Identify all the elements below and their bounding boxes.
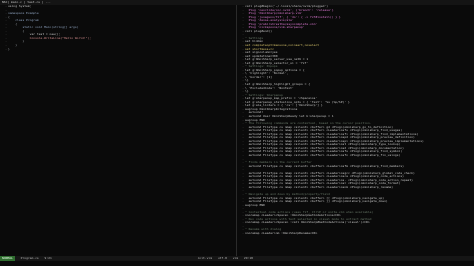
code-text: " Finds members in the current buffer [245,161,312,165]
code-text: } [8,47,10,51]
code-text: Plug 'prabirshrestha/asyncomplete.vim' [245,22,318,26]
code-text: class Program [8,19,39,23]
code-text: set hidden [245,40,264,44]
code-text: " Settings [245,36,264,40]
code-text: \ 'highlight': 'Normal', [245,72,289,76]
code-text: " Contextual code actions (uses fzf, Ctr… [245,210,374,214]
code-text: call plug#begin('~/.local/share/nvim/plu… [245,5,329,8]
code-text: autocmd FileType cs nmap <silent> <buffe… [245,200,388,204]
code-text: autocmd FileType cs nmap <silent> <buffe… [245,146,404,150]
code-text: autocmd FileType cs nmap <silent> <buffe… [245,196,385,200]
code-text: set updatetime=300 [245,54,278,58]
code-text: let g:sharpenup_map_prefix = '<Space>os' [245,97,318,101]
code-text: autocmd FileType cs nmap <silent> <buffe… [245,185,394,189]
code-text: let g:OmniSharp_highlight_groups = { [245,83,311,87]
code-text: autocmd FileType cs nmap <silent> <buffe… [245,164,404,168]
code-text: autocmd FileType cs nmap <silent> <buffe… [245,178,413,182]
code-text: set completeopt=menuone,noinsert,noselec… [245,44,320,48]
code-text: Plug 'OmniSharp/omnisharp-vim' [245,12,303,16]
code-text: autocmd User OmniSharpReady let b:sharpe… [245,114,334,118]
code-text: set shortmess+=c [245,47,274,51]
code-text: Plug 'nickspoons/vim-sharpenup' [245,26,305,30]
code-text: " Navigate up and down by method/propert… [245,192,330,196]
line-number: ~ [242,232,244,235]
code-text: autocmd FileType cs nmap <silent> <buffe… [245,182,401,186]
code-text: augroup OmniSharpIntegrations [245,107,298,111]
code-text: \} [245,90,249,94]
code-text: nnoremap <Leader>nm :OmniSharpRename<CR> [245,232,318,235]
code-text: { [8,15,10,19]
code-text: " Settings: Sharpenup [245,93,283,97]
code-text: \ 'border': [1] [245,75,273,79]
code-text: autocmd FileType cs nmap <silent> <buffe… [245,129,403,133]
code-text: " Run code actions with text selected in… [245,217,372,221]
code-text: set signcolumn=yes [245,51,278,55]
code-text: let g:OmniSharp_selector_ui = 'fzf' [245,61,309,65]
code-text: namespace Example [8,12,39,16]
editor-pane-right[interactable]: ~ call plug#begin('~/.local/share/nvim/pl… [237,5,474,255]
code-text: Console.WriteLine("Hello World!"); [8,36,92,40]
code-text: autocmd FileType cs nmap <silent> <buffe… [245,136,415,140]
code-text: autocmd FileType cs nmap <silent> <buffe… [245,139,424,143]
code-lines-left: ~using System; ~ ~namespace Example ~{~ cla… [0,5,236,51]
code-text: augroup END [245,118,265,122]
code-text: autocmd FileType cs nmap <silent> <buffe… [245,171,415,175]
code-text: } [8,44,18,48]
code-line[interactable]: ~} [0,48,236,52]
code-text: autocmd FileType cs nmap <silent> <buffe… [245,175,404,179]
code-text: autocmd FileType cs nmap <silent> <buffe… [245,125,394,129]
code-text: autocmd FileType cs nmap <silent> <buffe… [245,143,401,147]
code-text: Plug 'dense-analysis/ale' [245,19,294,23]
code-text: call plug#end() [245,29,273,33]
code-text: var test = new(); [8,33,61,37]
code-text: autocmd FileType cs nmap <silent> <buffe… [245,153,401,157]
terminal-window: NSC| main.c | test.cs | ... ~using Syste… [0,0,474,266]
command-line[interactable] [0,261,474,266]
code-line[interactable]: ~nnoremap <Leader>nm :OmniSharpRename<CR… [237,232,474,236]
code-text: autocmd FileType cs nmap <silent> <buffe… [245,150,403,154]
line-number: ~ [5,47,7,51]
code-lines-right: ~ call plug#begin('~/.local/share/nvim/pl… [237,5,474,236]
code-text: " Settings: Popups [245,65,278,69]
code-text: " Rename with dialog [245,228,282,232]
code-text: Plug 'neoclide/coc.nvim', {'branch': 're… [245,8,334,12]
code-text: { [8,29,25,33]
code-text: nnoremap <Leader><Space> :OmniSharpGetCo… [245,214,341,218]
code-text: using System; [8,5,32,8]
code-text: Plug 'junegunn/fzf', { 'do': { -> fzf#in… [245,15,341,19]
code-text: } [8,40,25,44]
code-text: \ 'ExcludedCode': 'NonText' [245,86,294,90]
code-text: " The following commands are contextual,… [245,122,372,126]
code-text: static void Main(string[] args) [8,26,79,30]
code-text: autocmd FileType cs nmap <silent> <buffe… [245,132,419,136]
code-text: { [8,22,18,26]
code-text: let g:sharpenup_statusline_opts = { 'Tex… [245,100,350,104]
code-text: \} [245,79,249,83]
code-text: let g:OmniSharp_popup_options = { [245,68,305,72]
code-text: let g:OmniSharp_server_use_net6 = 1 [245,58,309,62]
editor-pane-left[interactable]: ~using System; ~ ~namespace Example ~{~ cla… [0,5,236,255]
code-text: autocmd! [245,111,264,115]
code-text: augroup END [245,203,265,207]
code-text: let g:ale_linters = { 'cs': ['OmniSharp'… [245,104,323,108]
code-text: xnoremap <Leader><Space> :call OmniSharp… [245,221,370,225]
